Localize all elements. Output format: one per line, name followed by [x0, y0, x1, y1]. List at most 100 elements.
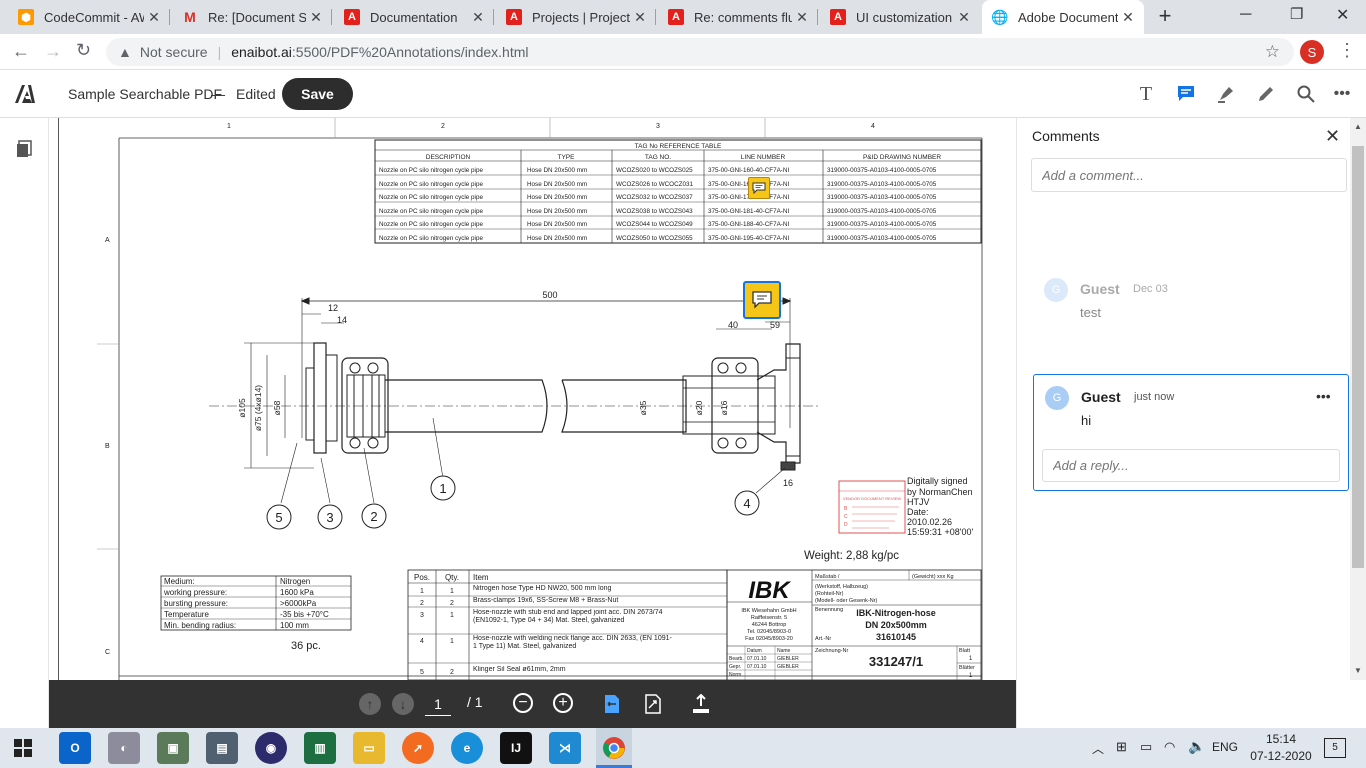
paint-icon[interactable]: ◐ [108, 732, 140, 764]
tab-comments-flush[interactable]: A Re: comments flus ✕ [658, 0, 818, 34]
close-icon[interactable]: ✕ [630, 9, 650, 26]
omnibox[interactable]: ▲ Not secure | enaibot.ai:5500/PDF%20Ann… [106, 38, 1294, 66]
panel-scrollbar[interactable]: ▲ ▼ [1350, 118, 1366, 680]
dim-16: 16 [783, 478, 793, 488]
globe-icon: 🌐 [991, 8, 1009, 25]
tab-title: Re: [Document Ser [208, 9, 306, 25]
zoom-in-icon[interactable]: + [553, 693, 573, 713]
tab-adobe-document[interactable]: 🌐 Adobe Document ✕ [982, 0, 1144, 34]
part-pos: 1 [420, 588, 424, 595]
close-panel-icon[interactable]: ✕ [1325, 126, 1340, 147]
chrome-menu-icon[interactable]: ⋮ [1338, 40, 1356, 61]
search-icon[interactable] [1294, 82, 1318, 106]
previous-page-icon[interactable]: ↑ [359, 693, 381, 715]
export-icon[interactable] [692, 694, 710, 714]
dim-59: 59 [770, 320, 780, 330]
dim-o105: ø105 [237, 398, 247, 418]
intellij-icon[interactable]: IJ [500, 732, 532, 764]
tab-gmail[interactable]: M Re: [Document Ser ✕ [172, 0, 332, 34]
title-block-label: (Rohteil-Nr) [815, 591, 844, 597]
excel-chart-icon[interactable]: ▥ [304, 732, 336, 764]
tab-ui-customization[interactable]: A UI customization - ✕ [820, 0, 980, 34]
close-icon[interactable]: ✕ [468, 9, 488, 26]
file-explorer-icon[interactable]: ▭ [353, 732, 385, 764]
adobe-icon: A [506, 9, 522, 25]
part-item-wrapper: Hose-nozzle with welding neck flange acc… [473, 635, 672, 650]
clock-time[interactable]: 15:14 [1251, 732, 1311, 746]
profile-avatar[interactable]: S [1300, 40, 1324, 64]
scrollbar-thumb[interactable] [1352, 146, 1364, 568]
pencil-icon[interactable] [1254, 82, 1278, 106]
sticky-note-annotation[interactable] [748, 177, 770, 199]
comment-tool-icon[interactable] [1174, 82, 1198, 106]
vscode-icon[interactable]: ⋊ [549, 732, 581, 764]
tab-title: Re: comments flus [694, 9, 792, 25]
tool-icon[interactable]: ▣ [157, 732, 189, 764]
windows-start-icon[interactable] [14, 739, 32, 757]
add-comment-input[interactable] [1031, 158, 1347, 192]
back-arrow-icon[interactable]: ← [12, 41, 30, 62]
minimize-icon[interactable]: ─ [1240, 6, 1251, 24]
comment-more-icon[interactable]: ••• [1316, 388, 1331, 404]
spec-label: working pressure: [163, 588, 227, 597]
adobe-icon: A [668, 9, 684, 25]
table-header: TAG NO. [645, 154, 671, 161]
text-tool-icon[interactable]: T [1134, 82, 1158, 106]
close-icon[interactable]: ✕ [792, 9, 812, 26]
close-icon[interactable]: ✕ [1118, 9, 1138, 26]
tab-projects[interactable]: A Projects | Project 1 ✕ [496, 0, 656, 34]
highlighter-icon[interactable] [1214, 82, 1238, 106]
pages-panel-icon[interactable] [16, 140, 32, 158]
notification-center-icon[interactable]: 5 [1324, 738, 1346, 758]
forward-arrow-icon[interactable]: → [44, 41, 62, 62]
approval-rows: Datum Name Bearb. 07.01.10 GIEBLER Gepr. 07.01… [729, 648, 799, 678]
page-number-input[interactable]: 1 [425, 692, 451, 716]
scroll-up-icon[interactable]: ▲ [1354, 122, 1362, 131]
maximize-icon[interactable]: ❐ [1290, 5, 1303, 23]
note-icon [752, 182, 766, 194]
chrome-taskbar-item[interactable] [596, 728, 632, 768]
tab-documentation[interactable]: A Documentation ✕ [334, 0, 494, 34]
comment-thread[interactable]: G Guest Dec 03 test [1033, 278, 1349, 328]
zoom-out-icon[interactable]: − [513, 693, 533, 713]
sticky-note-annotation-selected[interactable] [743, 281, 781, 319]
more-options-icon[interactable]: ••• [1330, 82, 1354, 106]
eclipse-icon[interactable]: ◉ [255, 732, 287, 764]
comment-thread-active[interactable]: G Guest just now ••• hi [1033, 374, 1349, 491]
dim-o75: ø75 (4xø14) [253, 385, 263, 431]
drawing-title: DN 20x500mm [865, 620, 927, 630]
close-icon[interactable]: ✕ [306, 9, 326, 26]
save-button[interactable]: Save [282, 78, 353, 110]
outlook-icon[interactable]: O [59, 732, 91, 764]
volume-icon[interactable]: 🔈 [1188, 738, 1205, 755]
next-page-icon[interactable]: ↓ [392, 693, 414, 715]
tab-codecommit[interactable]: ⬢ CodeCommit - AW ✕ [8, 0, 170, 34]
reply-input[interactable] [1042, 449, 1340, 482]
technical-drawing: 1 2 3 4 A B C TAG No REFERENCE TABLE DES… [97, 118, 983, 681]
document-view[interactable]: 1 2 3 4 A B C TAG No REFERENCE TABLE DES… [49, 118, 1016, 728]
clock-date[interactable]: 07-12-2020 [1247, 749, 1315, 763]
new-tab-button[interactable]: + [1154, 5, 1176, 27]
network-tool-icon[interactable]: ▤ [206, 732, 238, 764]
part-item: Nitrogen hose Type HD NW20, 500 mm long [473, 585, 612, 592]
tag-table-rows: Nozzle on PC silo nitrogen cycle pipe Hos… [379, 167, 937, 242]
bookmark-star-icon[interactable]: ☆ [1265, 42, 1280, 62]
tray-app-icon[interactable]: ⊞ [1116, 739, 1127, 755]
wifi-icon[interactable]: ◠ [1164, 739, 1175, 755]
battery-icon[interactable]: ▭ [1140, 739, 1152, 755]
scroll-down-icon[interactable]: ▼ [1354, 666, 1362, 675]
fit-page-icon[interactable] [604, 694, 620, 714]
reload-icon[interactable]: ↻ [76, 40, 91, 61]
postman-icon[interactable]: ➚ [402, 732, 434, 764]
tray-chevron-icon[interactable]: ︿ [1092, 740, 1104, 757]
part-item: Brass-clamps 19x6, SS-Screw M8 + Brass-N… [473, 597, 619, 604]
edge-icon[interactable]: e [451, 732, 483, 764]
table-cell: WCOZS032 to WCOZS037 [616, 194, 693, 201]
language-indicator[interactable]: ENG [1212, 740, 1238, 754]
fit-width-icon[interactable] [645, 694, 661, 714]
close-icon[interactable]: ✕ [954, 9, 974, 26]
window-close-icon[interactable]: ✕ [1336, 5, 1349, 25]
table-cell: 375-00-GNI-160-40-CF7A-NI [708, 167, 789, 174]
dim-o16: ø16 [719, 400, 729, 415]
close-icon[interactable]: ✕ [144, 9, 164, 26]
